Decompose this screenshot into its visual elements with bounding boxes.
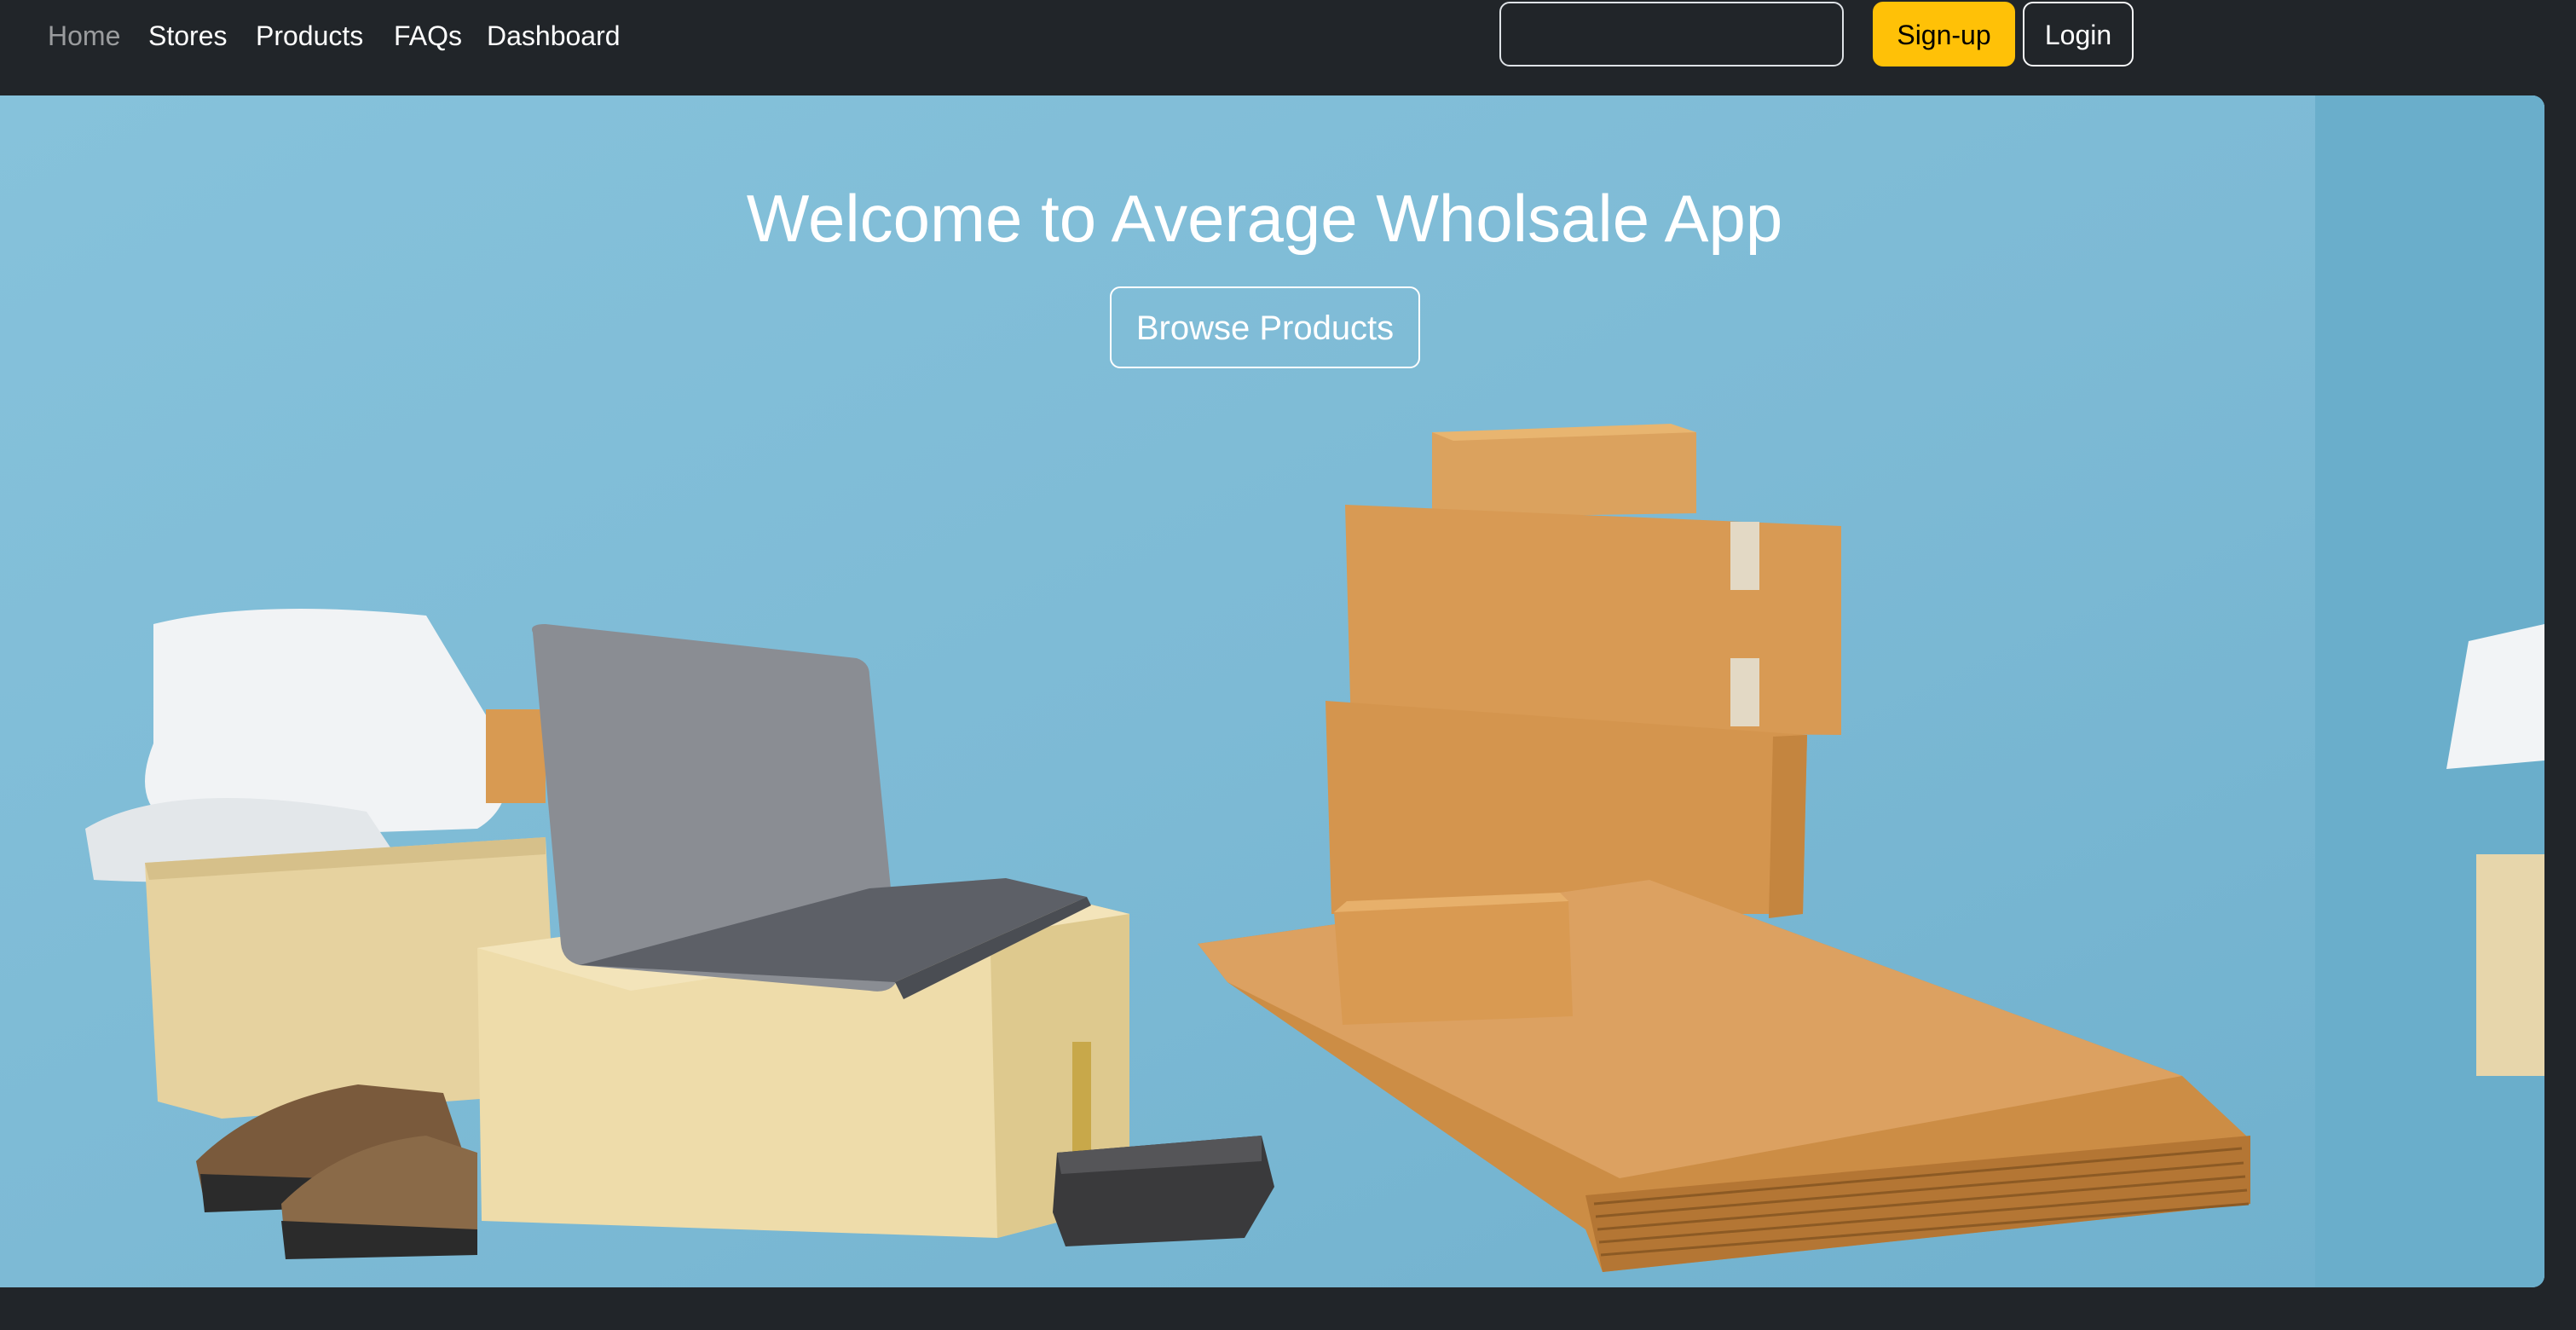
login-button[interactable]: Login	[2023, 2, 2134, 66]
nav-link-products[interactable]: Products	[256, 19, 363, 53]
nav-link-home[interactable]: Home	[48, 19, 120, 53]
search-input[interactable]	[1499, 2, 1844, 66]
hero-image	[0, 95, 2544, 1287]
hero-title: Welcome to Average Wholsale App	[746, 181, 1783, 256]
browse-products-button[interactable]: Browse Products	[1110, 286, 1420, 368]
nav-link-stores[interactable]: Stores	[148, 19, 227, 53]
signup-button[interactable]: Sign-up	[1873, 2, 2015, 66]
nav-link-dashboard[interactable]: Dashboard	[487, 19, 621, 53]
hero-carousel: Welcome to Average Wholsale App Browse P…	[0, 95, 2544, 1287]
nav-link-faqs[interactable]: FAQs	[394, 19, 462, 53]
navbar: Home Stores Products FAQs Dashboard Sign…	[0, 0, 2576, 95]
